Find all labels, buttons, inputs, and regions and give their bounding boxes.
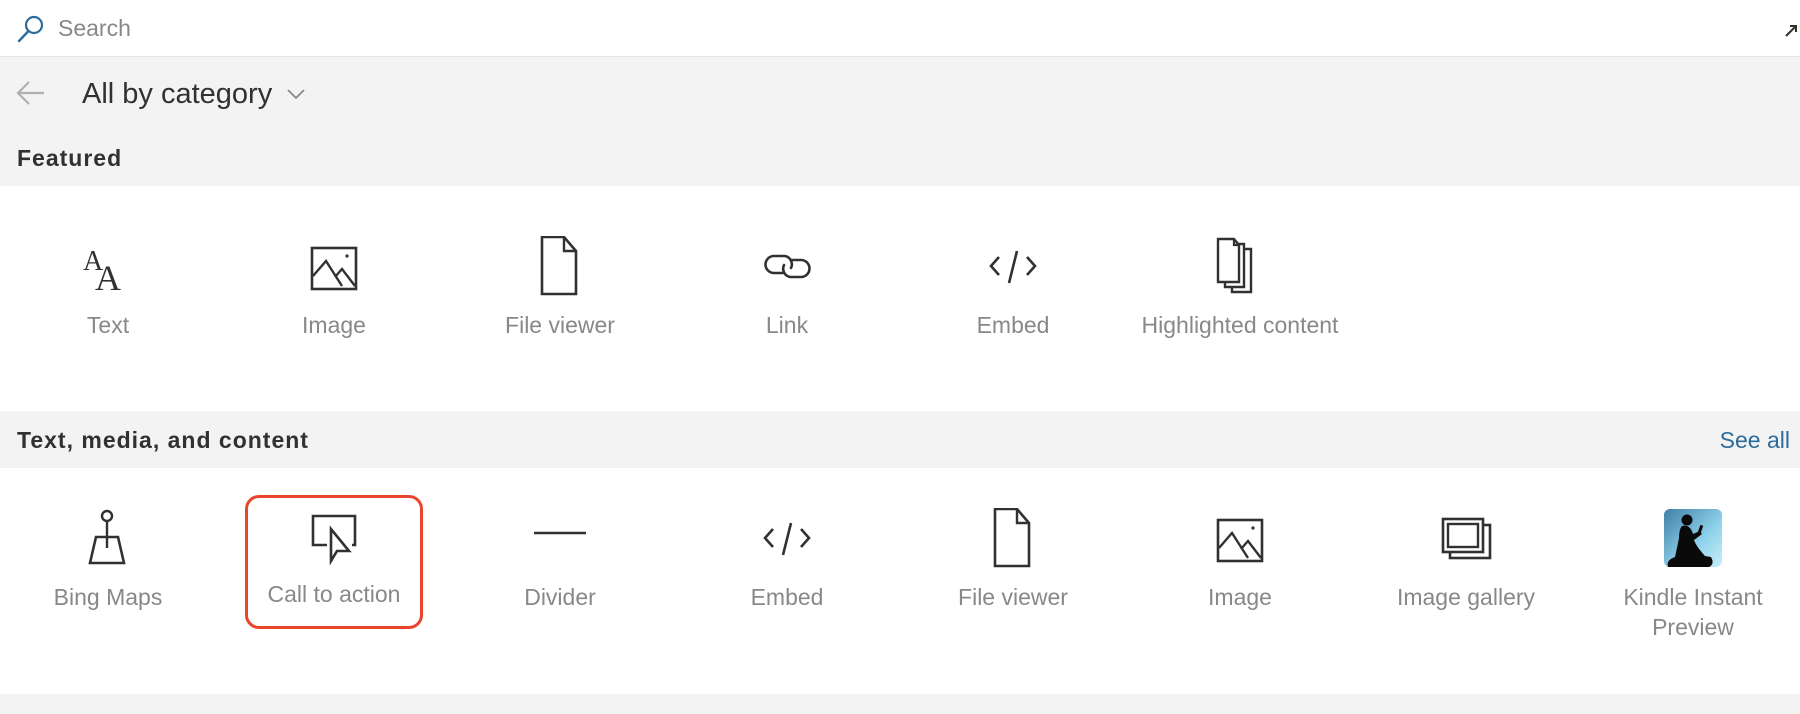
- tile-label: Text: [86, 312, 130, 338]
- search-icon: [17, 15, 44, 43]
- category-dropdown[interactable]: All by category: [82, 74, 306, 114]
- kindle-reader-icon: [1664, 509, 1722, 567]
- code-icon: [763, 522, 811, 556]
- tile-label: Call to action: [267, 581, 401, 607]
- category-dropdown-label: All by category: [82, 77, 273, 110]
- webpart-tile-bing-maps[interactable]: Bing Maps: [19, 498, 197, 632]
- tile-label: Kindle Instant Preview: [1623, 584, 1763, 640]
- webpart-tile-embed[interactable]: Embed: [698, 498, 876, 632]
- section-header-featured: Featured: [0, 130, 1800, 186]
- tile-label: Embed: [750, 584, 824, 610]
- expand-icon[interactable]: [1784, 22, 1800, 44]
- chevron-down-icon: [287, 89, 305, 100]
- category-nav: All by category: [0, 58, 1800, 130]
- search-input[interactable]: [58, 10, 1658, 46]
- tile-label: Highlighted content: [1141, 312, 1339, 338]
- see-all-link[interactable]: See all: [1720, 427, 1790, 454]
- back-arrow-icon[interactable]: [14, 76, 48, 110]
- tile-label: Link: [765, 312, 809, 338]
- image-icon: [1216, 518, 1264, 563]
- section-header-text-media-content: Text, media, and content See all: [0, 412, 1800, 468]
- cursor-click-icon: [311, 514, 357, 565]
- tile-label: Embed: [976, 312, 1050, 338]
- image-icon: [310, 246, 358, 291]
- tile-label: File viewer: [958, 584, 1068, 610]
- section-header-next: [0, 694, 1800, 714]
- section-title: Featured: [17, 144, 123, 171]
- svg-text:A: A: [95, 258, 121, 296]
- tile-label: File viewer: [505, 312, 615, 338]
- webpart-tile-text[interactable]: A A Text: [19, 226, 197, 360]
- webpart-tile-image[interactable]: Image: [1151, 498, 1329, 632]
- tile-label: Image: [1208, 584, 1272, 610]
- webpart-tile-image[interactable]: Image: [245, 226, 423, 360]
- map-pin-icon: [88, 509, 126, 565]
- webpart-tile-embed[interactable]: Embed: [924, 226, 1102, 360]
- webpart-tile-call-to-action[interactable]: Call to action: [245, 495, 423, 629]
- webpart-tile-highlighted-content[interactable]: Highlighted content: [1142, 226, 1338, 360]
- webpart-tile-file-viewer[interactable]: File viewer: [471, 226, 649, 360]
- tile-label: Divider: [524, 584, 596, 610]
- file-icon: [540, 236, 578, 296]
- tile-label: Image gallery: [1396, 584, 1536, 610]
- tile-label: Image: [302, 312, 366, 338]
- webpart-tile-divider[interactable]: Divider: [471, 498, 649, 632]
- webpart-tile-file-viewer[interactable]: File viewer: [924, 498, 1102, 632]
- divider-icon: [534, 531, 586, 535]
- webpart-tile-kindle-instant-preview[interactable]: Kindle Instant Preview: [1604, 498, 1782, 640]
- webpart-tile-image-gallery[interactable]: Image gallery: [1377, 498, 1555, 632]
- tile-label: Bing Maps: [53, 584, 163, 610]
- file-icon: [993, 508, 1031, 568]
- stacked-documents-icon: [1216, 237, 1253, 294]
- text-icon: A A: [83, 246, 121, 296]
- section-text-media-content-items: Bing Maps Call to action Divider Embed F…: [0, 468, 1800, 694]
- section-featured-items: A A Text Image File viewer Link Embed Hi…: [0, 186, 1800, 411]
- search-bar: [0, 0, 1800, 57]
- section-title: Text, media, and content: [17, 426, 309, 453]
- code-icon: [989, 250, 1037, 284]
- webpart-tile-link[interactable]: Link: [698, 226, 876, 360]
- link-icon: [764, 254, 811, 279]
- image-gallery-icon: [1441, 517, 1492, 560]
